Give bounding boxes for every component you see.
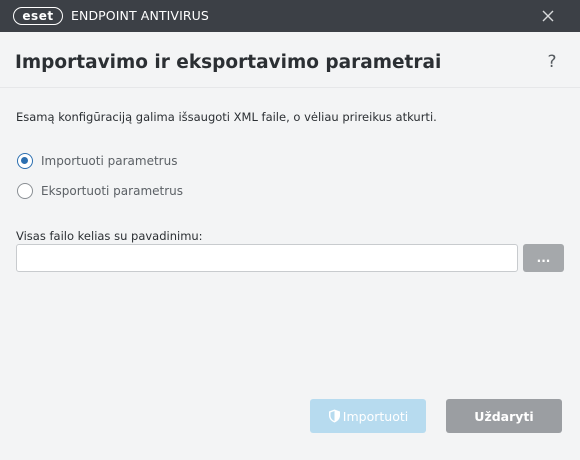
close-button[interactable]: Uždaryti bbox=[446, 399, 562, 433]
logo-text: eset bbox=[22, 9, 54, 23]
file-path-input[interactable] bbox=[16, 244, 518, 272]
help-icon[interactable]: ? bbox=[544, 52, 560, 74]
eset-logo: eset bbox=[13, 7, 63, 25]
browse-button[interactable]: ... bbox=[523, 244, 564, 272]
product-name: ENDPOINT ANTIVIRUS bbox=[71, 8, 209, 23]
radio-export-label: Eksportuoti parametrus bbox=[41, 184, 184, 198]
window-titlebar: eset ENDPOINT ANTIVIRUS bbox=[0, 0, 580, 32]
radio-export-parameters[interactable]: Eksportuoti parametrus bbox=[17, 182, 183, 200]
radio-import-label: Importuoti parametrus bbox=[41, 154, 178, 168]
radio-import-indicator[interactable] bbox=[17, 153, 33, 169]
title-divider bbox=[0, 87, 580, 88]
radio-import-parameters[interactable]: Importuoti parametrus bbox=[17, 152, 177, 170]
shield-icon bbox=[328, 409, 340, 423]
radio-export-indicator[interactable] bbox=[17, 183, 33, 199]
description-text: Esamą konfigūraciją galima išsaugoti XML… bbox=[16, 110, 437, 124]
dialog-title: Importavimo ir eksportavimo parametrai bbox=[15, 52, 442, 73]
import-button[interactable]: Importuoti bbox=[310, 399, 426, 433]
file-path-label: Visas failo kelias su pavadinimu: bbox=[16, 229, 203, 243]
window-close-button[interactable] bbox=[536, 4, 560, 28]
close-icon bbox=[542, 10, 554, 22]
import-button-label: Importuoti bbox=[342, 408, 409, 424]
